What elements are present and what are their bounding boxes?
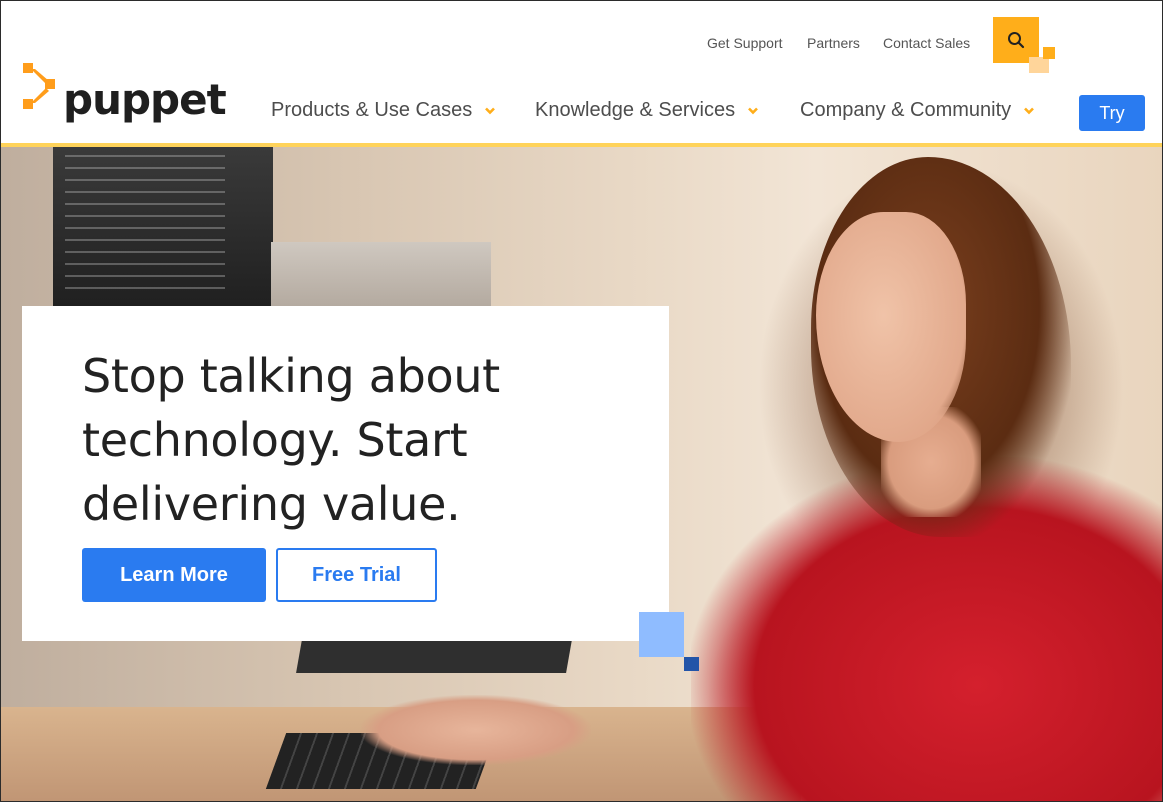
get-support-link[interactable]: Get Support — [707, 35, 783, 51]
learn-more-button[interactable]: Learn More — [82, 548, 266, 602]
nav-label: Company & Community — [800, 99, 1012, 121]
nav-knowledge-services[interactable]: Knowledge & Services — [535, 99, 759, 122]
nav-label: Knowledge & Services — [535, 99, 736, 121]
puppet-logo-icon — [23, 63, 55, 109]
nav-company-community[interactable]: Company & Community — [800, 99, 1035, 122]
hero-photo-hands — [361, 695, 591, 765]
chevron-down-icon — [485, 107, 496, 114]
chevron-down-icon — [1024, 107, 1035, 114]
hero-section: Stop talking about technology. Start del… — [1, 147, 1162, 801]
nav-label: Products & Use Cases — [271, 99, 473, 121]
hero-card: Stop talking about technology. Start del… — [22, 306, 669, 641]
page-frame: puppet Get Support Partners Contact Sale… — [0, 0, 1163, 802]
site-header: puppet Get Support Partners Contact Sale… — [1, 1, 1162, 147]
puppet-logo[interactable]: puppet — [21, 59, 227, 129]
logo-wordmark: puppet — [63, 75, 227, 124]
try-button[interactable]: Try — [1079, 95, 1145, 131]
partners-link[interactable]: Partners — [807, 35, 860, 51]
search-icon — [1008, 32, 1025, 49]
nav-products-use-cases[interactable]: Products & Use Cases — [271, 99, 496, 122]
chevron-down-icon — [748, 107, 759, 114]
contact-sales-link[interactable]: Contact Sales — [883, 35, 970, 51]
decorative-square — [1043, 47, 1055, 59]
decorative-square — [639, 612, 684, 657]
decorative-square — [684, 657, 699, 671]
free-trial-button[interactable]: Free Trial — [276, 548, 437, 602]
hero-photo-code — [65, 155, 225, 295]
hero-headline: Stop talking about technology. Start del… — [82, 349, 500, 531]
decorative-square — [1029, 57, 1049, 73]
